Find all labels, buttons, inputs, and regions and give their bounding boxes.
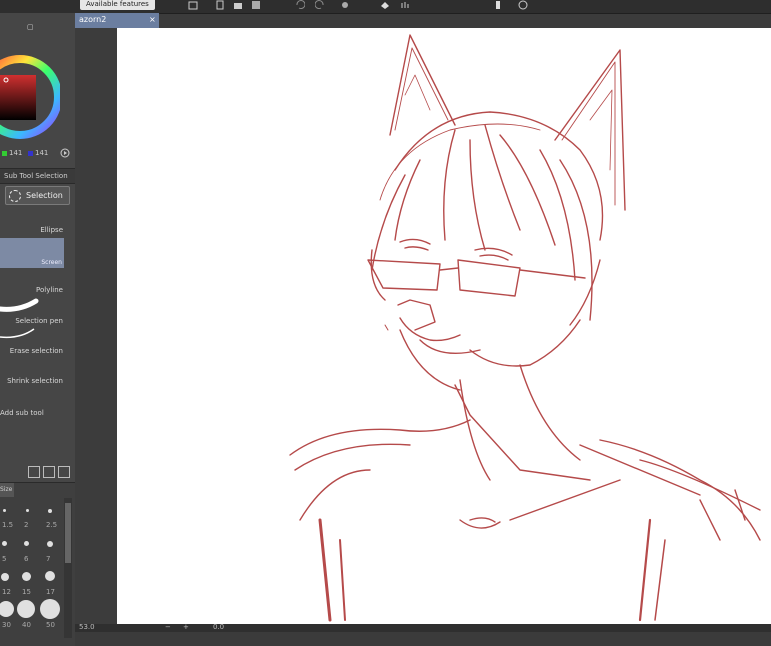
size-value[interactable]: 40 [22,621,31,629]
selection-pen-stroke-preview [0,328,35,339]
size-value[interactable]: 17 [46,588,55,596]
size-value[interactable]: 6 [24,555,28,563]
size-dot [17,600,35,618]
sketch-artwork [289,34,761,622]
selection-tool-button[interactable]: Selection [5,186,70,205]
size-value[interactable]: 2 [24,521,28,529]
polyline-stroke-preview [0,298,39,312]
sub-tool-tab-label: Sub Tool Selection [4,172,68,180]
top-toolbar: Available features [0,0,771,14]
size-dot [48,509,52,513]
document-tab-label: azorn2 [79,15,107,24]
subtool-ellipse-preview[interactable]: Screen [0,238,64,268]
new-canvas-icon[interactable] [215,0,225,10]
subtool-ellipse[interactable]: Ellipse [40,226,63,234]
size-dot [3,509,6,512]
status-bar: 53.0 − + 0.0 [75,623,771,632]
size-dot [26,509,29,512]
fill-icon[interactable] [380,0,390,10]
color-wheel[interactable] [0,35,60,145]
zoom-value[interactable]: 53.0 [79,623,95,631]
selection-tool-label: Selection [26,191,63,200]
document-tab[interactable]: azorn2 × [75,13,159,28]
size-value[interactable]: 1.5 [2,521,13,529]
clear-icon[interactable] [340,0,350,10]
redo-icon[interactable] [315,0,325,10]
duplicate-subtool-icon[interactable] [28,466,40,478]
sub-tool-tab[interactable]: Sub Tool Selection [0,168,75,184]
help-icon[interactable] [518,0,528,10]
subtool-selection-pen[interactable]: Selection pen [15,317,63,325]
open-icon[interactable] [233,0,243,10]
angle-value[interactable]: 0.0 [213,623,224,631]
wheel-tab-icon[interactable]: ▢ [27,23,34,31]
undo-icon[interactable] [295,0,305,10]
size-scroll-thumb[interactable] [65,503,71,563]
green-value[interactable]: 141 [9,149,22,157]
size-value[interactable]: 7 [46,555,50,563]
copy-subtool-icon[interactable] [43,466,55,478]
size-dot [47,541,53,547]
size-value[interactable]: 12 [2,588,11,596]
size-value[interactable]: 50 [46,621,55,629]
close-icon[interactable]: × [149,15,156,24]
size-dot [1,573,9,581]
add-sub-tool-link[interactable]: Add sub tool [0,409,44,417]
left-sidebar: ▢ 141 141 Sub Tool Selection Selection E… [0,13,75,646]
zoom-in-icon[interactable]: + [183,623,189,631]
subtool-erase-selection[interactable]: Erase selection [10,347,63,355]
save-icon[interactable] [251,0,261,10]
drawing-canvas[interactable] [117,28,771,624]
size-value[interactable]: 30 [2,621,11,629]
size-dot [2,541,7,546]
subtool-shrink-selection[interactable]: Shrink selection [7,377,63,385]
subtool-polyline[interactable]: Polyline [36,286,63,294]
size-dot [45,571,55,581]
size-value[interactable]: 2.5 [46,521,57,529]
transform-icon[interactable] [400,0,410,10]
blue-value[interactable]: 141 [35,149,48,157]
size-dot [40,599,60,619]
camera-icon[interactable] [188,0,198,10]
phone-icon[interactable] [493,0,503,10]
selection-circle-icon [9,190,21,202]
ellipse-sublabel: Screen [41,259,62,266]
available-features-button[interactable]: Available features [80,0,155,10]
color-play-icon[interactable] [60,148,70,158]
size-dot [24,541,29,546]
subtool-actions [28,463,73,482]
size-dot [22,572,31,581]
delete-subtool-icon[interactable] [58,466,70,478]
brush-size-panel: Size 1.5 2 2.5 5 6 7 12 15 17 30 40 50 [0,482,75,646]
size-value[interactable]: 5 [2,555,6,563]
size-scrollbar[interactable] [64,498,72,638]
size-dot [0,601,14,617]
brush-size-tab[interactable]: Size [0,483,14,497]
size-value[interactable]: 15 [22,588,31,596]
zoom-out-icon[interactable]: − [165,623,171,631]
